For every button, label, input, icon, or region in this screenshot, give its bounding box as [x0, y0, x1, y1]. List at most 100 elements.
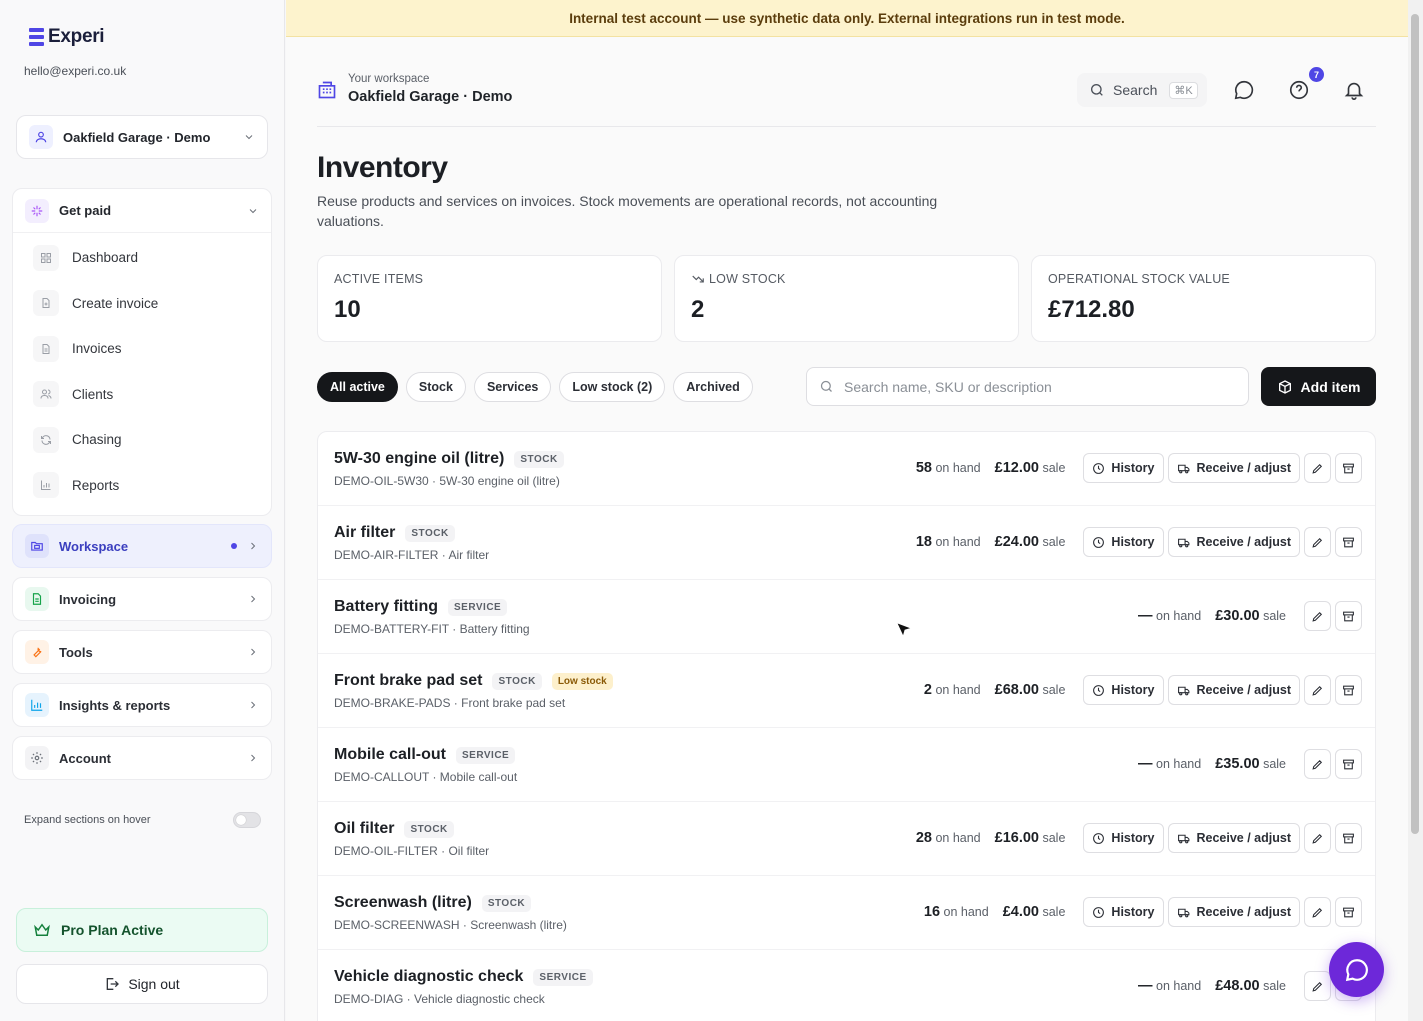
on-hand-label: on hand [1156, 979, 1202, 993]
receive-adjust-button[interactable]: Receive / adjust [1167, 823, 1300, 853]
page-scrollbar[interactable] [1408, 0, 1423, 1021]
filter-archived[interactable]: Archived [673, 372, 753, 402]
clock-icon [1093, 536, 1105, 548]
sidebar-item-dashboard[interactable]: Dashboard [13, 235, 271, 281]
receive-adjust-button[interactable]: Receive / adjust [1167, 527, 1300, 557]
item-name[interactable]: Screenwash (litre) [334, 894, 472, 912]
filter-all-active[interactable]: All active [317, 372, 398, 402]
scrollbar-thumb[interactable] [1411, 14, 1419, 834]
add-item-button[interactable]: Add item [1261, 367, 1376, 406]
archive-button[interactable] [1335, 823, 1362, 853]
inventory-search-input[interactable]: Search name, SKU or description [806, 367, 1249, 406]
sale-price: £68.00 sale [995, 682, 1066, 698]
filter-services[interactable]: Services [473, 372, 552, 402]
history-button[interactable]: History [1083, 897, 1164, 927]
sale-label: sale [1263, 757, 1286, 771]
filter-stock[interactable]: Stock [405, 372, 466, 402]
truck-icon [1177, 908, 1189, 917]
item-sku: DEMO-CALLOUT · Mobile call-out [334, 770, 518, 784]
sidebar-item-reports[interactable]: Reports [13, 463, 271, 509]
sign-out-button[interactable]: Sign out [16, 964, 268, 1004]
sale-price: £30.00 sale [1215, 608, 1286, 624]
search-shortcut: ⌘K [1169, 81, 1198, 99]
item-name[interactable]: Air filter [334, 524, 395, 542]
on-hand-label: on hand [935, 683, 981, 697]
receive-adjust-button[interactable]: Receive / adjust [1167, 453, 1300, 483]
history-button[interactable]: History [1083, 675, 1164, 705]
sidebar-group-insights[interactable]: Insights & reports [12, 683, 272, 727]
archive-button[interactable] [1335, 675, 1362, 705]
edit-button[interactable] [1304, 971, 1331, 1001]
sidebar-item-invoices[interactable]: Invoices [13, 326, 271, 372]
item-name[interactable]: Front brake pad set [334, 672, 482, 690]
on-hand-value: — [1138, 756, 1153, 772]
edit-button[interactable] [1304, 897, 1331, 927]
chevron-right-icon [251, 754, 256, 762]
item-sku: DEMO-OIL-5W30 · 5W-30 engine oil (litre) [334, 474, 560, 488]
chat-icon[interactable] [1233, 79, 1255, 101]
receive-adjust-label: Receive / adjust [1196, 683, 1292, 697]
global-search-button[interactable]: Search ⌘K [1077, 73, 1207, 107]
help-icon[interactable] [1288, 79, 1310, 101]
archive-button[interactable] [1335, 527, 1362, 557]
receive-adjust-button[interactable]: Receive / adjust [1167, 675, 1300, 705]
sidebar-item-label: Chasing [72, 432, 122, 448]
sidebar-item-create-invoice[interactable]: Create invoice [13, 281, 271, 327]
archive-button[interactable] [1335, 453, 1362, 483]
item-name[interactable]: 5W-30 engine oil (litre) [334, 450, 504, 468]
history-button[interactable]: History [1083, 453, 1164, 483]
sidebar-group-invoicing[interactable]: Invoicing [12, 577, 272, 621]
edit-button[interactable] [1304, 453, 1331, 483]
pencil-icon [1312, 833, 1323, 844]
stat-value: £712.80 [1048, 296, 1135, 323]
help-badge: 7 [1309, 67, 1324, 82]
archive-icon [1343, 833, 1354, 843]
sidebar-item-chasing[interactable]: Chasing [13, 417, 271, 463]
sidebar-group-label: Workspace [59, 538, 129, 554]
archive-button[interactable] [1335, 897, 1362, 927]
support-chat-button[interactable] [1329, 942, 1384, 997]
pro-plan-badge[interactable]: Pro Plan Active [16, 908, 268, 952]
top-bar: Your workspace Oakfield Garage · Demo Se… [317, 67, 1376, 127]
bell-icon[interactable] [1343, 79, 1365, 101]
sale-label: sale [1042, 535, 1066, 549]
history-button[interactable]: History [1083, 823, 1164, 853]
history-button[interactable]: History [1083, 527, 1164, 557]
sale-label: sale [1263, 979, 1286, 993]
workspace-selector[interactable]: Oakfield Garage · Demo [16, 115, 268, 159]
archive-button[interactable] [1335, 749, 1362, 779]
file-text-icon [33, 335, 59, 362]
item-name[interactable]: Mobile call-out [334, 746, 446, 764]
sidebar-group-label: Invoicing [59, 591, 117, 607]
item-name[interactable]: Oil filter [334, 820, 394, 838]
truck-icon [1177, 538, 1189, 547]
page-description: Reuse products and services on invoices.… [317, 193, 938, 229]
item-actions: 28 on hand £16.00 sale History Receive / ad… [916, 823, 1362, 853]
edit-button[interactable] [1304, 601, 1331, 631]
filter-low-stock[interactable]: Low stock (2) [559, 372, 666, 402]
item-name[interactable]: Battery fitting [334, 598, 438, 616]
brand-logo[interactable]: Experi [29, 26, 105, 48]
expand-on-hover-toggle[interactable] [233, 812, 261, 828]
get-paid-toggle[interactable]: Get paid [13, 189, 271, 233]
sidebar-group-tools[interactable]: Tools [12, 630, 272, 674]
sale-price-value: £35.00 [1215, 756, 1260, 772]
archive-button[interactable] [1335, 601, 1362, 631]
sidebar-group-account[interactable]: Account [12, 736, 272, 780]
sidebar-item-clients[interactable]: Clients [13, 372, 271, 418]
item-actions: 2 on hand £68.00 sale History Receive / adj… [924, 675, 1362, 705]
archive-icon [1343, 537, 1354, 547]
history-label: History [1111, 461, 1155, 475]
edit-button[interactable] [1304, 749, 1331, 779]
on-hand: 2 on hand [924, 682, 981, 698]
item-sku: DEMO-SCREENWASH · Screenwash (litre) [334, 918, 567, 932]
receive-adjust-button[interactable]: Receive / adjust [1167, 897, 1300, 927]
item-sku: DEMO-BRAKE-PADS · Front brake pad set [334, 696, 566, 710]
stat-label: ACTIVE ITEMS [334, 272, 424, 286]
sidebar-group-workspace[interactable]: Workspace [12, 524, 272, 568]
item-name[interactable]: Vehicle diagnostic check [334, 968, 523, 986]
stat-label: OPERATIONAL STOCK VALUE [1048, 272, 1230, 286]
edit-button[interactable] [1304, 675, 1331, 705]
edit-button[interactable] [1304, 527, 1331, 557]
edit-button[interactable] [1304, 823, 1331, 853]
